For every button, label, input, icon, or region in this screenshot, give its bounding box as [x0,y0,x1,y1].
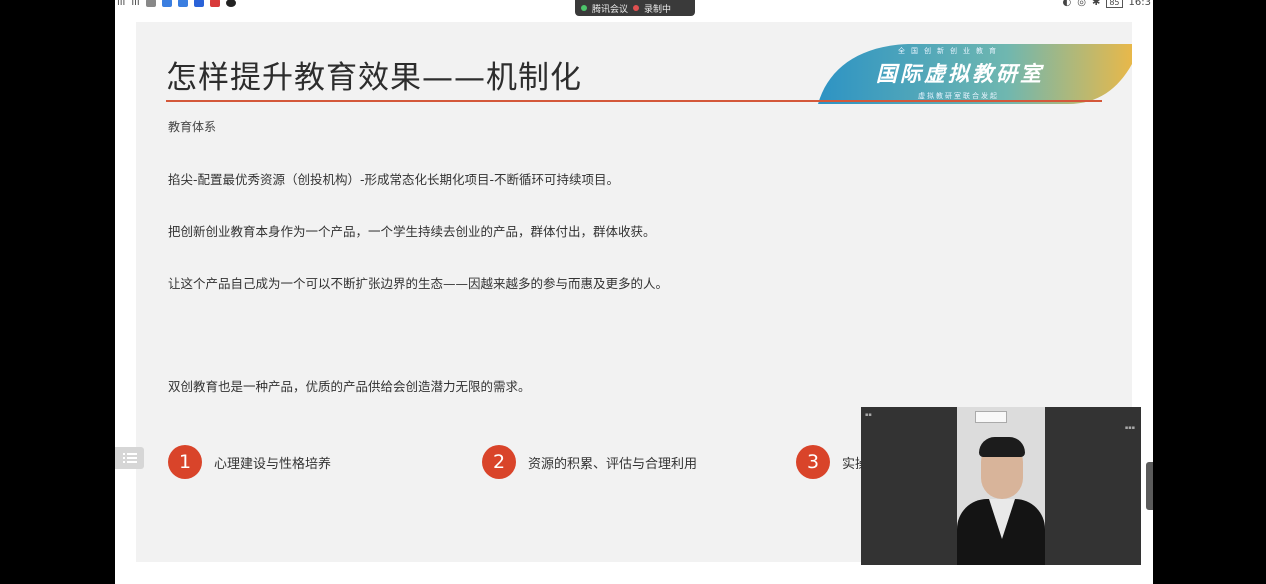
signal-icon: ıll [117,0,126,8]
paragraph-4: 双创教育也是一种产品，优质的产品供给会创造潜力无限的需求。 [168,379,531,394]
section-heading: 教育体系 [168,120,217,134]
banner-title: 国际虚拟教研室 [876,62,1044,86]
point-label: 心理建设与性格培养 [214,456,332,472]
signal-icon-2: ıll [131,0,140,8]
app-notification-icon-4 [209,0,220,7]
status-right: ◐ ◎ ✱ 85 16:3 [1062,0,1151,8]
wifi-icon [145,0,156,7]
point-1: 1 心理建设与性格培养 [168,445,331,479]
alarm-icon: ◎ [1077,0,1086,8]
mic-active-icon [581,5,587,11]
video-network-icon: ▪▪▪ [1124,425,1135,431]
recording-icon [633,5,640,11]
paragraph-3: 让这个产品自己成为一个可以不断扩张边界的生态——因越来越多的参与而惠及更多的人。 [168,276,669,291]
speaker-hair [979,437,1025,457]
point-number: 2 [482,445,516,479]
battery-icon: 85 [1106,0,1123,8]
status-left: ıll ıll [117,0,236,8]
bluetooth-icon: ✱ [1091,0,1101,8]
point-number: 3 [796,445,830,479]
video-window-detail [975,411,1007,423]
point-3: 3 实操 [796,445,868,479]
meeting-status-pill[interactable]: 腾讯会议 录制中 [575,0,695,16]
paragraph-2: 把创新创业教育本身作为一个产品，一个学生持续去创业的产品，群体付出，群体收获。 [168,224,656,239]
nfc-icon: ◐ [1062,0,1072,8]
point-label: 资源的积累、评估与合理利用 [528,456,698,472]
paragraph-1: 掐尖-配置最优秀资源（创投机构）-形成常态化长期化项目-不断循环可持续项目。 [168,172,620,187]
recording-label: 录制中 [644,4,672,15]
banner-text-layer: 全国创新创业教育 国际虚拟教研室 虚拟教研室联合发起 [818,44,1132,104]
sidebar-toggle-button[interactable] [115,447,144,469]
point-2: 2 资源的积累、评估与合理利用 [482,445,697,479]
title-divider [166,100,1102,102]
video-thumbnail[interactable]: ▪▪ ▪▪▪ [861,407,1141,565]
qq-icon [225,0,236,7]
app-notification-icon-2 [177,0,188,7]
point-number: 1 [168,445,202,479]
slide-title: 怎样提升教育效果——机制化 [166,60,582,96]
right-edge-handle[interactable] [1146,462,1153,510]
app-notification-icon-3 [193,0,204,7]
meeting-app-label: 腾讯会议 [592,4,629,15]
clock: 16:3 [1128,0,1151,8]
video-indicator-icon: ▪▪ [865,412,872,418]
list-icon [122,453,137,463]
app-notification-icon [161,0,172,7]
banner-top-text: 全国创新创业教育 [898,47,1002,55]
